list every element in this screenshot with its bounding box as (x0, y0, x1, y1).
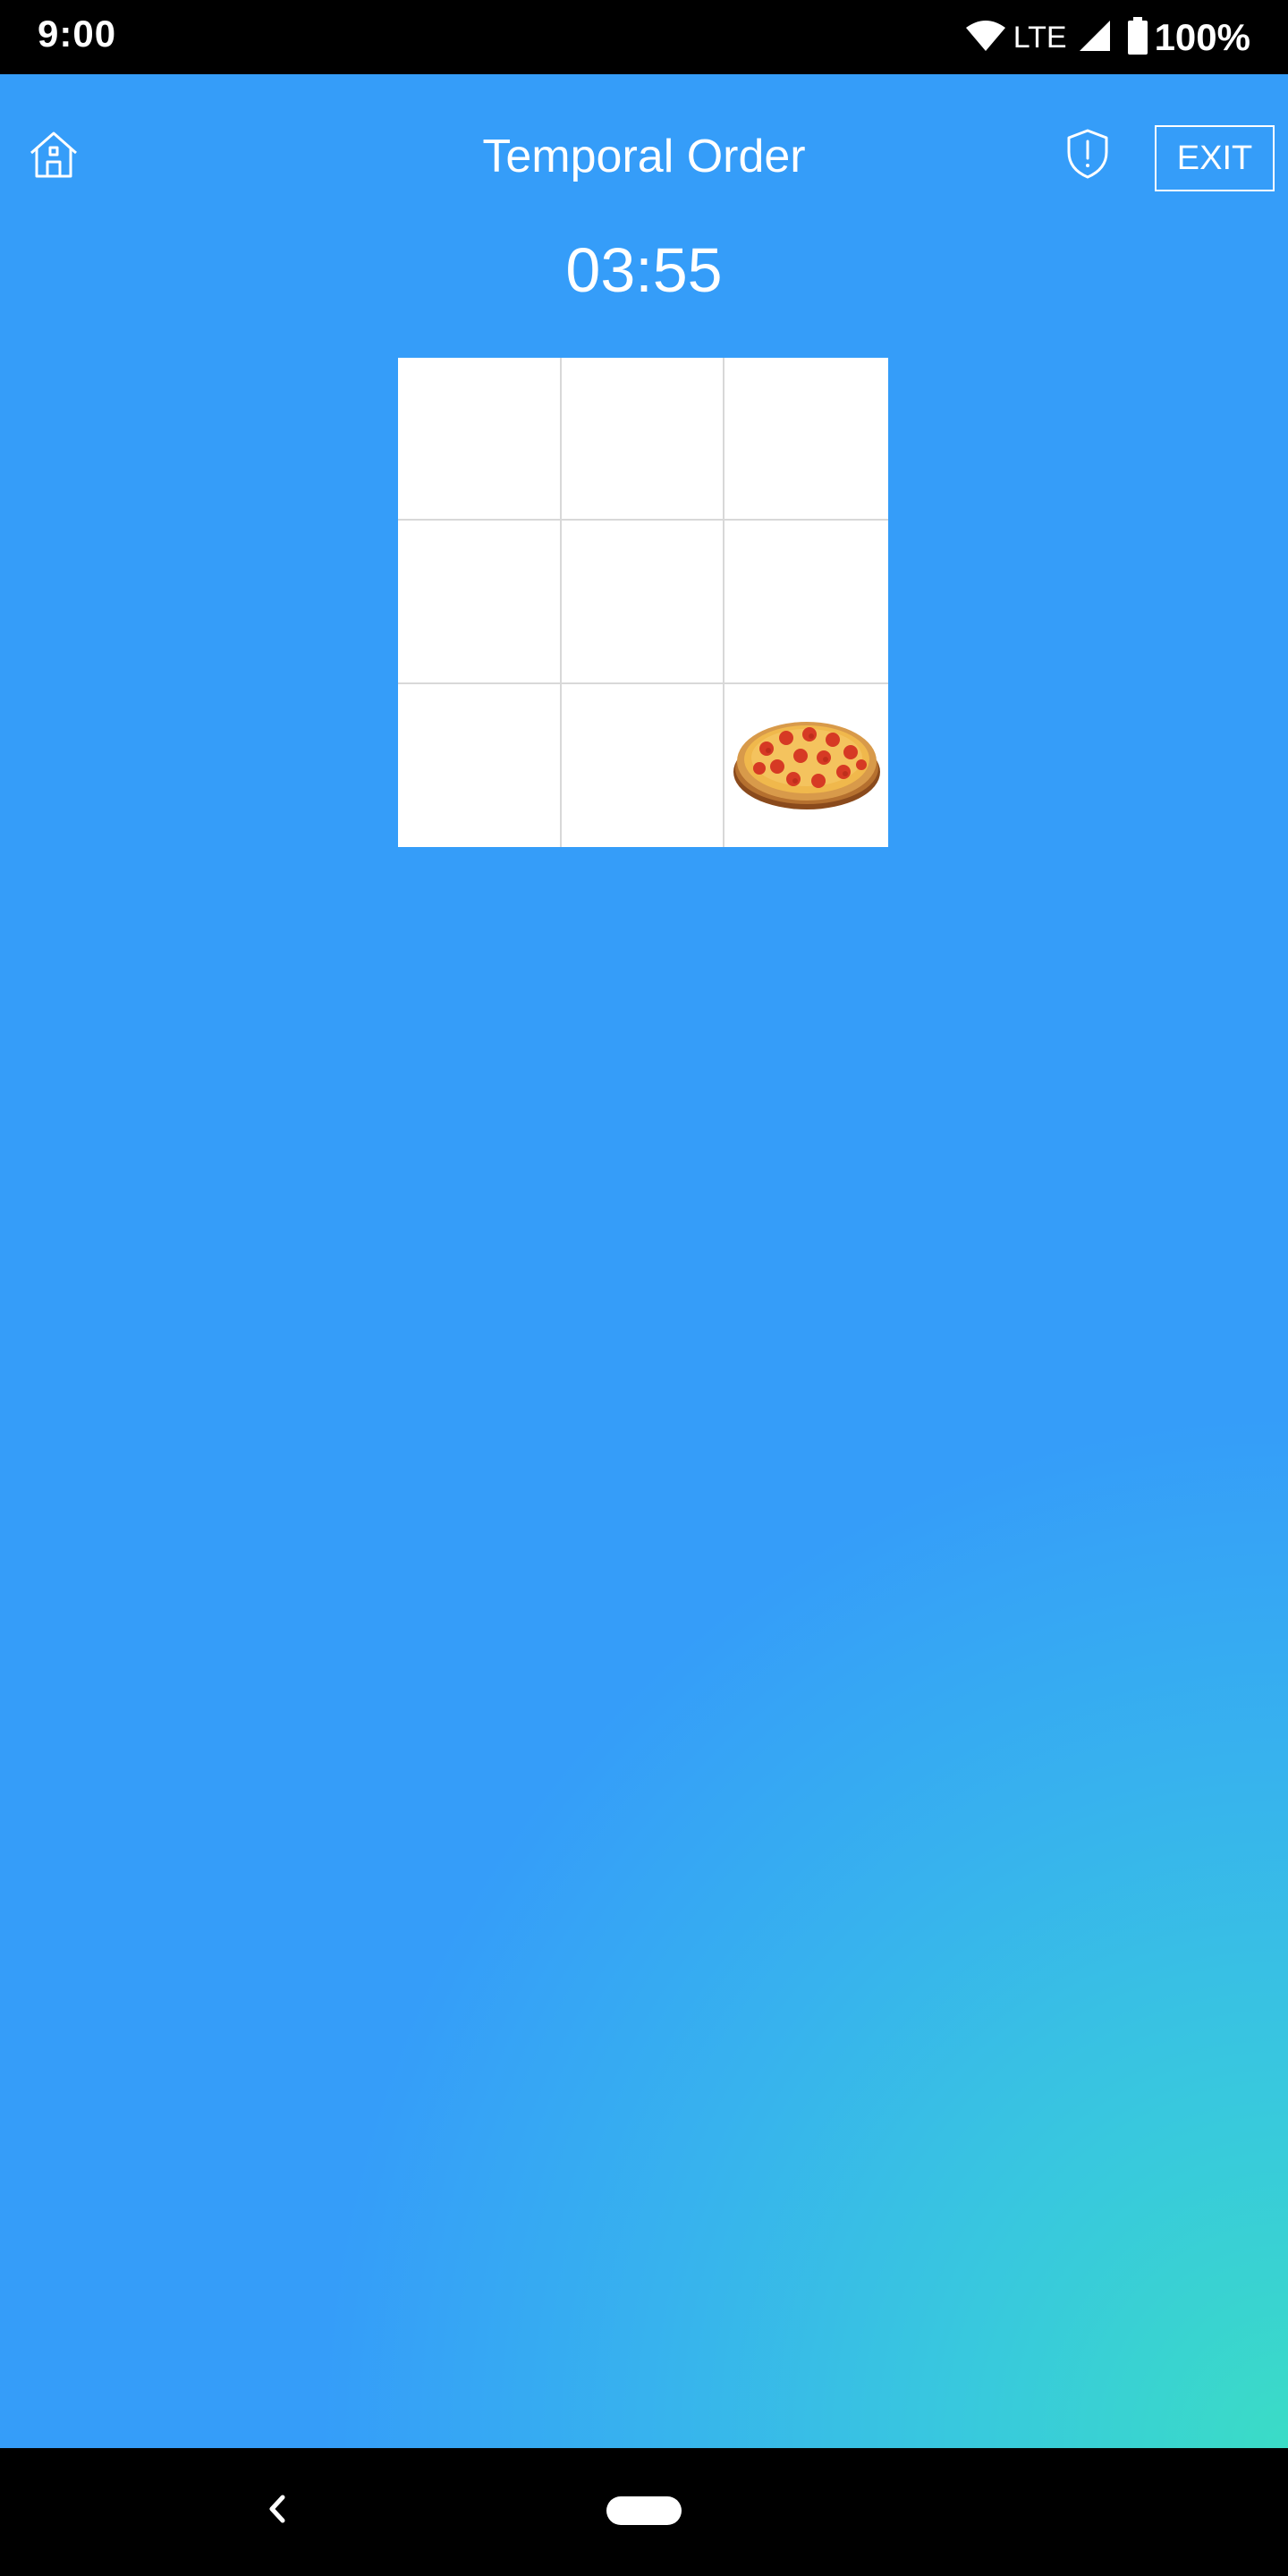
grid-cell-8[interactable] (561, 683, 725, 847)
grid-cell-5[interactable] (561, 521, 725, 684)
grid-cell-7[interactable] (398, 683, 562, 847)
status-time: 9:00 (38, 13, 117, 55)
wifi-icon (965, 19, 1006, 57)
grid-cell-3[interactable] (724, 358, 888, 521)
exit-button[interactable]: EXIT (1155, 125, 1275, 191)
screen: 9:00 LTE 100% Temporal Order EXIT 03:55 (0, 0, 1288, 2576)
back-chevron-icon (267, 2494, 288, 2529)
countdown-timer: 03:55 (565, 235, 723, 305)
grid-cell-1[interactable] (398, 358, 562, 521)
memory-grid (398, 358, 888, 847)
status-icons: LTE 100% (965, 13, 1250, 63)
status-bar: 9:00 LTE 100% (0, 0, 1288, 74)
navigation-bar (0, 2448, 1288, 2576)
pizza-image (731, 713, 883, 818)
network-type: LTE (1013, 20, 1067, 55)
shield-button[interactable] (1061, 126, 1114, 185)
battery-percent: 100% (1154, 16, 1250, 58)
home-pill-button[interactable] (606, 2496, 682, 2525)
back-button[interactable] (259, 2484, 295, 2538)
grid-cell-9[interactable] (724, 683, 888, 847)
grid-cell-4[interactable] (398, 521, 562, 684)
grid-cell-2[interactable] (561, 358, 725, 521)
grid-cell-6[interactable] (724, 521, 888, 684)
shield-alert-icon (1066, 128, 1109, 184)
battery-icon (1127, 16, 1148, 59)
cell-signal-icon (1078, 19, 1112, 57)
app-area: Temporal Order EXIT 03:55 (0, 74, 1288, 2448)
